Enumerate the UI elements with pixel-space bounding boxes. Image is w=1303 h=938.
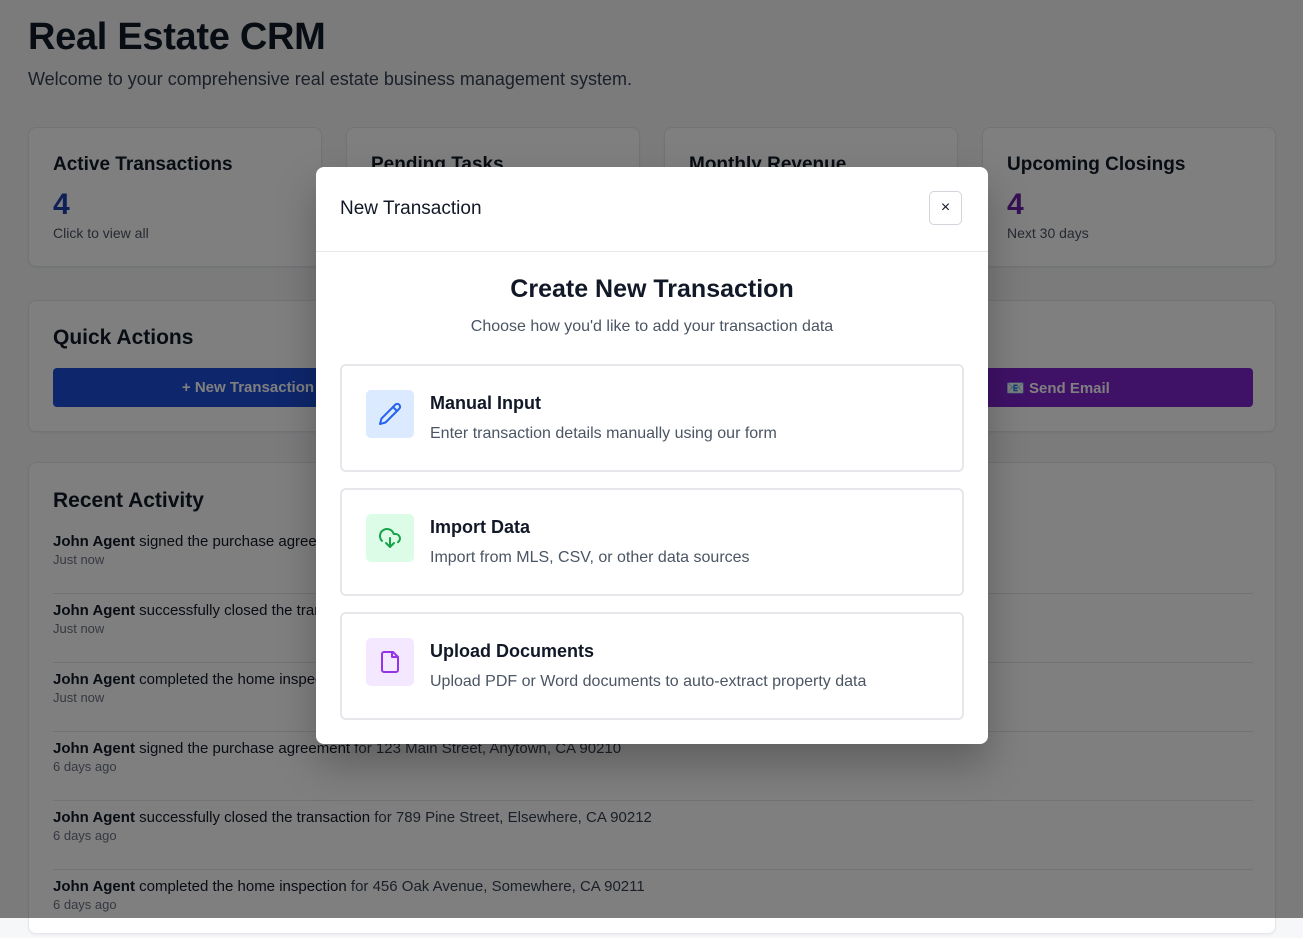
file-icon [366,638,414,686]
option-description: Enter transaction details manually using… [430,425,777,442]
option-description: Upload PDF or Word documents to auto-ext… [430,673,867,690]
cloud-download-icon [366,514,414,562]
close-button[interactable]: × [929,191,962,225]
pencil-icon [366,390,414,438]
modal-description: Choose how you'd like to add your transa… [470,318,834,335]
option-title: Import Data [430,517,531,537]
option-import-data[interactable]: Import Data Import from MLS, CSV, or oth… [340,488,964,596]
option-description: Import from MLS, CSV, or other data sour… [430,549,750,566]
option-manual-input[interactable]: Manual Input Enter transaction details m… [340,364,964,472]
option-title: Manual Input [430,393,541,413]
modal-title: New Transaction [340,198,482,219]
modal-header: New Transaction × [316,167,988,252]
new-transaction-modal: New Transaction × Create New Transaction… [316,167,988,744]
close-icon: × [940,199,951,216]
modal-heading: Create New Transaction [510,275,794,303]
option-title: Upload Documents [430,641,595,661]
option-upload-documents[interactable]: Upload Documents Upload PDF or Word docu… [340,612,964,720]
